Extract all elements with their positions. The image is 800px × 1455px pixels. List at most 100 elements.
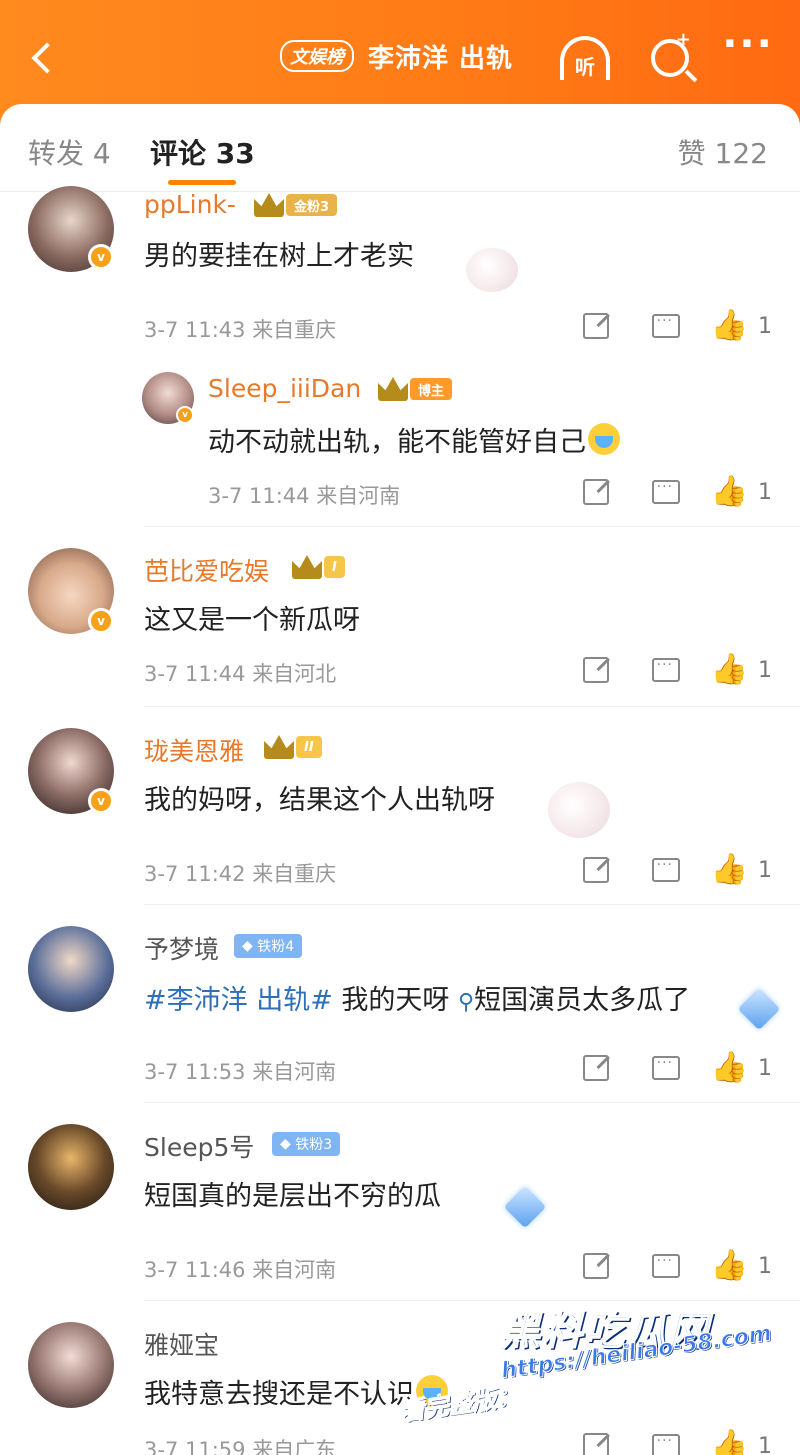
share-icon [582, 1253, 609, 1279]
comment-meta: 3-7 11:44 来自河北 [144, 662, 337, 686]
reply-button[interactable] [631, 652, 701, 688]
avatar[interactable] [28, 1322, 114, 1408]
comment-icon [651, 1253, 680, 1278]
share-icon [582, 857, 609, 883]
like-button[interactable]: 👍 1 [701, 1050, 772, 1086]
comment-icon [651, 857, 680, 882]
crown-icon [264, 735, 294, 759]
username[interactable]: 雅娅宝 [144, 1326, 219, 1362]
reply-text: 动不动就出轨，能不能管好自己 [208, 420, 620, 459]
crown-icon [254, 193, 284, 217]
verified-icon: v [88, 608, 114, 634]
comment-actions: 👍1 [561, 1050, 772, 1086]
cat-sticker-icon [466, 248, 518, 292]
divider [144, 526, 800, 527]
share-button[interactable] [561, 1050, 631, 1086]
comment-text: 短国真的是层出不穷的瓜 [144, 1181, 441, 1212]
share-button[interactable] [561, 852, 631, 888]
tab-repost[interactable]: 转发 4 [28, 132, 111, 172]
reply-button[interactable] [631, 308, 701, 344]
share-icon [582, 1055, 609, 1081]
crown-icon [292, 555, 322, 579]
reply-meta: 3-7 11:44 来自河南 [208, 484, 401, 508]
diamond-icon [737, 987, 781, 1031]
topic-header: 文娱榜 李沛洋 出轨 [280, 36, 513, 76]
hashtag-link[interactable]: #李沛洋 出轨# [144, 985, 333, 1016]
comment-text: 这又是一个新瓜呀 [144, 605, 360, 636]
fan-level-badge: II [264, 734, 322, 760]
crying-emoji-icon [588, 423, 620, 455]
avatar[interactable] [28, 1124, 114, 1210]
active-tab-indicator [168, 180, 236, 185]
share-button[interactable] [561, 652, 631, 688]
reply-button[interactable] [631, 1248, 701, 1284]
comment-meta: 3-7 11:42 来自重庆 [144, 862, 337, 886]
like-button[interactable]: 👍 1 [701, 308, 772, 344]
divider [144, 904, 800, 905]
tab-bar: 转发 4 评论 33 赞 122 [0, 104, 800, 192]
more-button[interactable]: ··· [718, 20, 778, 68]
comment-icon [651, 657, 680, 682]
comment-text: 我的妈呀，结果这个人出轨呀 [144, 785, 495, 816]
comment-icon [651, 1055, 680, 1080]
verified-icon: v [176, 406, 194, 424]
tab-like[interactable]: 赞 122 [678, 132, 768, 172]
verified-icon: v [88, 244, 114, 270]
comment-actions: 👍1 [561, 852, 772, 888]
reply-button[interactable] [631, 474, 701, 510]
verified-icon: v [88, 788, 114, 814]
thumbs-up-icon: 👍 [710, 308, 748, 343]
more-dots-icon: ··· [722, 21, 774, 67]
chevron-left-icon [31, 42, 63, 74]
comment-text: #李沛洋 出轨# 我的天呀 ⚲短国演员太多瓜了 [144, 985, 691, 1016]
thumbs-up-icon: 👍 [710, 1248, 748, 1283]
username[interactable]: Sleep5号 [144, 1128, 254, 1164]
comment-actions: 👍1 [561, 308, 772, 344]
like-button[interactable]: 👍 1 [701, 1248, 772, 1284]
watermark-prefix: 看完整版： [398, 1381, 522, 1427]
comment-icon [651, 479, 680, 504]
search-icon: ⚲ [458, 990, 475, 1015]
reply-username[interactable]: Sleep_iiiDan [208, 374, 361, 403]
comment-meta: 3-7 11:46 来自河南 [144, 1258, 337, 1282]
username[interactable]: 珑美恩雅 [144, 732, 244, 768]
share-button[interactable] [561, 474, 631, 510]
fan-level-badge: ◆ 铁粉3 [272, 1132, 341, 1156]
share-icon [582, 657, 609, 683]
fan-level-badge: I [292, 554, 345, 580]
username[interactable]: 芭比爱吃娱 [144, 552, 269, 588]
reply-button[interactable] [631, 1050, 701, 1086]
back-button[interactable] [22, 36, 63, 80]
tab-comment[interactable]: 评论 33 [150, 132, 255, 172]
bunny-sticker-icon [548, 782, 610, 838]
site-watermark: 黑料吃瓜网 https://heiliao-58.com 看完整版： [398, 1292, 800, 1442]
crown-icon [378, 377, 408, 401]
share-button[interactable] [561, 1248, 631, 1284]
share-button[interactable] [561, 308, 631, 344]
reply-actions: 👍1 [561, 474, 772, 510]
entertainment-rank-badge[interactable]: 文娱榜 [280, 40, 354, 72]
comment-meta: 3-7 11:59 来自广东 [144, 1438, 337, 1455]
username[interactable]: 予梦境 [144, 930, 219, 966]
comment-icon [651, 313, 680, 338]
search-button[interactable] [640, 29, 700, 82]
share-icon [582, 479, 609, 505]
avatar[interactable] [28, 926, 114, 1012]
search-icon [651, 29, 691, 77]
thumbs-up-icon: 👍 [710, 474, 748, 509]
like-button[interactable]: 👍 1 [701, 652, 772, 688]
topic-title: 李沛洋 出轨 [368, 43, 514, 74]
like-button[interactable]: 👍 1 [701, 852, 772, 888]
reply-button[interactable] [631, 852, 701, 888]
thumbs-up-icon: 👍 [710, 1050, 748, 1085]
like-button[interactable]: 👍 1 [701, 474, 772, 510]
thumbs-up-icon: 👍 [710, 652, 748, 687]
fan-level-badge: ◆ 铁粉4 [234, 934, 303, 958]
headphones-icon: 听 [560, 36, 610, 80]
username[interactable]: ppLink- [144, 190, 236, 219]
divider [144, 706, 800, 707]
listen-button[interactable]: 听 [555, 34, 615, 82]
search-suggestion-link[interactable]: ⚲短国演员太多瓜了 [458, 985, 690, 1016]
diamond-icon [503, 1185, 547, 1229]
thumbs-up-icon: 👍 [710, 852, 748, 887]
